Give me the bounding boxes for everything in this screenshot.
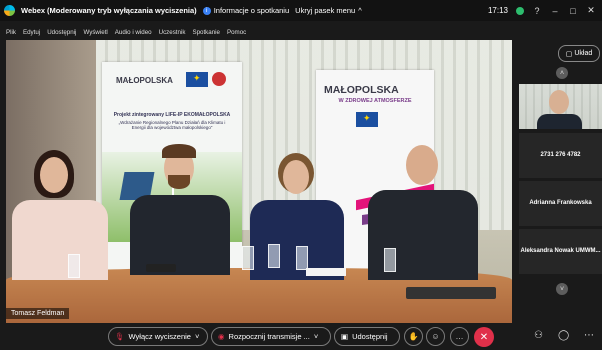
eu-flag-icon [356,112,378,127]
paper-document [306,268,346,276]
menu-view[interactable]: Wyświetl [83,29,107,36]
menu-share[interactable]: Udostępnij [47,29,76,36]
participant-tile-4[interactable]: Aleksandra Nowak UMWM... [519,229,602,274]
hide-menu-label: Ukryj pasek menu [295,6,356,15]
banner2-tagline: W ZDROWEJ ATMOSFERZE [338,98,412,104]
unmute-button[interactable]: 🎙 Wyłącz wyciszenie ˅ [108,327,208,346]
participants-icon[interactable]: ⚇ [534,330,543,341]
reactions-button[interactable]: ☺ [426,327,445,346]
layout-icon: ▢ [565,50,573,58]
participant-tile-3[interactable]: Adrianna Frankowska [519,181,602,226]
mic-off-icon: 🎙 [115,332,125,341]
life-logo-icon [212,72,226,86]
water-glass [296,246,308,270]
info-icon: i [202,6,211,15]
table-microphone [406,287,496,299]
banner2-brand: MAŁOPOLSKA [324,84,399,96]
start-broadcast-label: Rozpocznij transmisje ... [228,332,310,341]
meeting-info-label: Informacje o spotkaniu [213,6,290,15]
chevron-down-icon: ˅ [559,285,565,293]
menu-meeting[interactable]: Spotkanie [192,29,220,36]
app-name: Webex [21,6,46,15]
chevron-down-icon: ˅ [194,332,200,341]
menu-help[interactable]: Pomoc [227,29,246,36]
water-glass [68,254,80,278]
title-bar: Webex (Moderowany tryb wyłączania wycisz… [0,0,602,21]
reaction-icon: ☺ [431,332,440,341]
table-microphone [146,264,176,272]
menu-edit[interactable]: Edytuj [23,29,40,36]
water-glass [242,246,254,270]
broadcast-icon: ◉ [218,332,225,341]
more-panels-icon[interactable]: ⋯ [584,330,594,341]
more-icon: … [455,332,464,341]
menu-file[interactable]: Plik [6,29,16,36]
maximize-icon[interactable]: □ [568,6,578,16]
hand-icon: ✋ [408,332,419,341]
hide-menu-button[interactable]: Ukryj pasek menu ^ [295,6,362,15]
meeting-controls: 🎙 Wyłącz wyciszenie ˅ ◉ Rozpocznij trans… [0,325,602,350]
layout-label: Układ [574,50,593,57]
participant-tile-1[interactable] [519,84,602,129]
layout-button[interactable]: ▢ Układ [558,45,600,62]
raise-hand-button[interactable]: ✋ [404,327,423,346]
end-call-button[interactable]: ✕ [474,327,494,347]
water-glass [384,248,396,272]
share-button[interactable]: ▣ Udostępnij [334,327,400,346]
chat-icon[interactable]: ◯ [558,330,569,341]
start-broadcast-button[interactable]: ◉ Rozpocznij transmisje ... ˅ [211,327,331,346]
help-icon[interactable]: ? [532,6,542,16]
meeting-info-button[interactable]: i Informacje o spotkaniu [202,6,290,15]
scroll-down-button[interactable]: ˅ [556,283,568,295]
unmute-label: Wyłącz wyciszenie [128,332,191,341]
scroll-up-button[interactable]: ˄ [556,67,568,79]
moderation-mode: (Moderowany tryb wyłączania wyciszenia) [47,6,197,15]
end-call-icon: ✕ [479,331,489,343]
menu-participant[interactable]: Uczestnik [159,29,186,36]
banner-brand: MAŁOPOLSKA [116,76,173,85]
status-icon [516,6,524,15]
chevron-up-icon: ^ [358,6,362,15]
banner-project-subtitle: „Wdrażanie Regionalnego Planu Działań dl… [118,120,226,130]
chevron-up-icon: ˄ [559,69,565,77]
speaker-name-tag: Tomasz Feldman [6,308,70,319]
water-glass [268,244,280,268]
menu-audio-video[interactable]: Audio i wideo [115,29,152,36]
main-video[interactable]: MAŁOPOLSKA Projekt zintegrowany LIFE-IP … [6,40,512,323]
close-icon[interactable]: ✕ [586,5,596,16]
participant-tile-label: Adrianna Frankowska [529,200,592,206]
share-label: Udostępnij [352,332,388,341]
chevron-down-icon: ˅ [313,332,319,341]
participant-tile-label: 2731 276 4782 [540,152,581,158]
participant-tile-label: Aleksandra Nowak UMWM... [520,248,601,254]
minimize-icon[interactable]: – [550,6,560,16]
participant-tile-2[interactable]: 2731 276 4782 [519,133,602,178]
share-icon: ▣ [341,332,349,341]
menu-bar: Plik Edytuj Udostępnij Wyświetl Audio i … [0,26,602,38]
banner-project-title: Projekt zintegrowany LIFE-IP EKOMAŁOPOLS… [113,112,231,118]
clock: 17:13 [487,6,508,15]
eu-flag-icon [186,72,208,87]
more-options-button[interactable]: … [450,327,469,346]
webex-logo-icon [4,5,15,16]
